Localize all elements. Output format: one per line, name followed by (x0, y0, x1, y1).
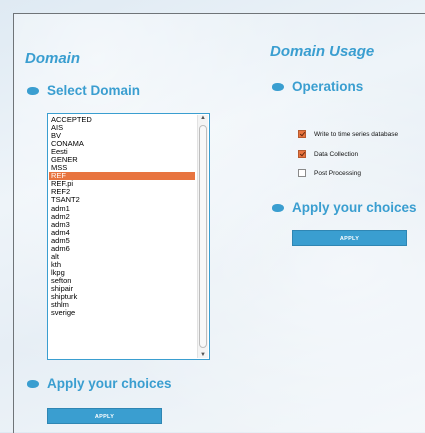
bullet-icon (272, 82, 284, 91)
domain-title: Domain (25, 50, 81, 67)
domain-option[interactable]: kth (49, 260, 195, 269)
scroll-down-arrow-icon[interactable]: ▼ (198, 352, 208, 358)
apply-choices-heading-left: Apply your choices (27, 376, 172, 391)
domain-list[interactable]: ACCEPTED AIS BV CONAMA Eesti GENER MSS REF REF.p… (49, 115, 195, 317)
operation-label: Write to time series database (314, 130, 399, 138)
domain-option[interactable]: alt (49, 252, 195, 261)
listbox-scrollbar[interactable]: ▲ ▼ (197, 115, 208, 358)
operations-label: Operations (292, 79, 364, 94)
operation-checkbox-row[interactable]: Data Collection (298, 150, 358, 158)
scroll-up-arrow-icon[interactable]: ▲ (198, 115, 208, 121)
select-domain-heading: Select Domain (27, 83, 140, 98)
bullet-icon (27, 86, 39, 95)
operation-label: Data Collection (314, 150, 359, 158)
domain-option[interactable]: MSS (49, 164, 195, 172)
checked-checkbox[interactable] (298, 130, 306, 138)
domain-option[interactable]: sverige (49, 309, 195, 317)
domain-option[interactable]: adm3 (49, 220, 195, 229)
bullet-icon (27, 379, 39, 388)
domain-option[interactable]: adm5 (49, 236, 195, 245)
domain-option[interactable]: adm2 (49, 212, 195, 221)
domain-option[interactable]: shipturk (49, 292, 195, 301)
operations-heading: Operations (272, 79, 363, 94)
select-domain-label: Select Domain (47, 83, 141, 98)
unchecked-checkbox[interactable] (298, 169, 306, 177)
apply-choices-label-right: Apply your choices (292, 200, 417, 215)
apply-usage-button[interactable]: APPLY (292, 230, 407, 246)
domain-option[interactable]: ACCEPTED (49, 115, 195, 124)
operation-checkbox-row[interactable]: Write to time series database (298, 130, 398, 138)
domain-listbox[interactable]: ACCEPTED AIS BV CONAMA Eesti GENER MSS REF REF.p… (47, 113, 210, 360)
scrollbar-thumb[interactable] (199, 125, 207, 348)
domain-option[interactable]: REF.pi (49, 180, 195, 188)
apply-choices-heading-right: Apply your choices (272, 200, 417, 215)
checked-checkbox[interactable] (298, 150, 306, 158)
operation-checkbox-row[interactable]: Post Processing (298, 169, 361, 177)
domain-option[interactable]: AIS (49, 123, 195, 132)
apply-domain-button[interactable]: APPLY (47, 408, 162, 424)
domain-option[interactable]: adm4 (49, 228, 195, 237)
bullet-icon (272, 203, 284, 212)
domain-option[interactable]: adm6 (49, 244, 195, 253)
apply-choices-label-left: Apply your choices (47, 376, 172, 391)
domain-option[interactable]: adm1 (49, 204, 195, 213)
domain-option[interactable]: CONAMA (49, 140, 195, 148)
operation-label: Post Processing (314, 169, 361, 177)
domain-usage-title: Domain Usage (270, 43, 375, 60)
domain-option[interactable]: TSANT2 (49, 196, 195, 204)
domain-option[interactable]: GENER (49, 156, 195, 164)
